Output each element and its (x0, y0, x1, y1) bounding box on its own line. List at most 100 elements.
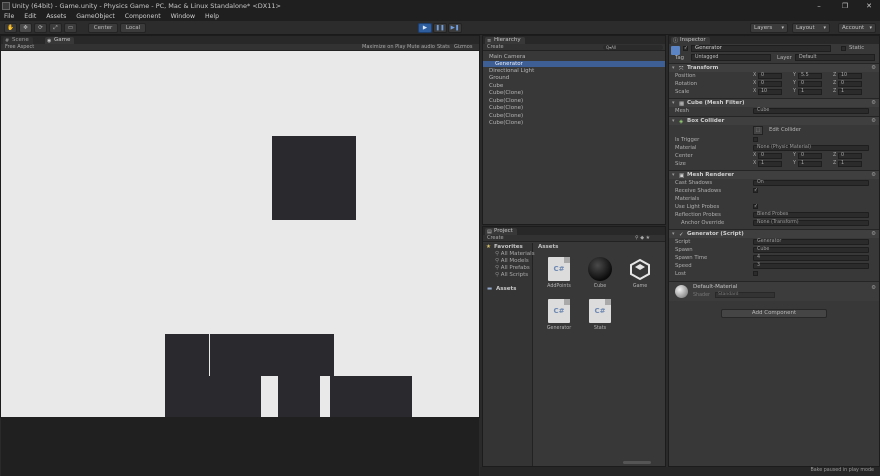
scale-tool-button[interactable]: ⤢ (49, 23, 62, 33)
game-viewport[interactable] (1, 51, 479, 417)
menu-edit[interactable]: Edit (20, 12, 40, 21)
menu-window[interactable]: Window (167, 12, 199, 21)
spawn-field[interactable]: Cube (753, 247, 869, 253)
lost-checkbox[interactable] (753, 271, 758, 276)
layer-dropdown[interactable]: Default (795, 54, 875, 61)
mesh-renderer-header[interactable]: ▾ ▣ Mesh Renderer ⚙ (669, 170, 879, 179)
static-dropdown[interactable]: Static (849, 45, 864, 51)
spawn-time-field[interactable]: 4 (753, 255, 869, 261)
material-section[interactable]: Default-Material Shader Standard ⚙ (669, 281, 879, 301)
tag-dropdown[interactable]: Untagged (691, 54, 771, 61)
rect-tool-button[interactable]: ▭ (64, 23, 77, 33)
shader-dropdown[interactable]: Standard (715, 292, 775, 298)
favorites-label[interactable]: Favorites (494, 244, 523, 250)
box-collider-header[interactable]: ▾ ◈ Box Collider ⚙ (669, 116, 879, 125)
rotate-tool-button[interactable]: ⟳ (34, 23, 47, 33)
object-name-field[interactable]: Generator (691, 45, 831, 52)
maximize-button[interactable]: ❐ (834, 0, 856, 12)
gear-icon[interactable]: ⚙ (871, 285, 876, 291)
tab-hierarchy[interactable]: ≡ Hierarchy (485, 37, 525, 44)
generator-script-header[interactable]: ▾ ✓ Generator (Script) ⚙ (669, 229, 879, 238)
materials-row[interactable]: Materials (669, 195, 879, 203)
assets-folder[interactable]: Assets (496, 286, 516, 292)
minimize-button[interactable]: – (808, 0, 830, 12)
layout-dropdown[interactable]: Layout (792, 23, 830, 33)
anchor-override-field[interactable]: None (Transform) (753, 220, 869, 226)
hierarchy-item[interactable]: Main Camera (489, 54, 525, 60)
position-z-field[interactable]: Z 10 (833, 73, 862, 79)
size-z-field[interactable]: Z1 (833, 161, 862, 167)
maximize-on-play-toggle[interactable]: Maximize on Play (362, 44, 406, 51)
size-x-field[interactable]: X1 (753, 161, 782, 167)
hierarchy-item-selected[interactable]: Generator (483, 61, 665, 67)
transform-header[interactable]: ▾ ⤧ Transform ⚙ (669, 63, 879, 72)
center-z-field[interactable]: Z0 (833, 153, 862, 159)
menu-assets[interactable]: Assets (42, 12, 70, 21)
favorite-item[interactable]: ⚲ All Models (495, 258, 529, 264)
hierarchy-item[interactable]: Directional Light (489, 68, 534, 74)
scale-y-field[interactable]: Y1 (793, 89, 822, 95)
script-field[interactable]: Generator (753, 239, 869, 245)
pause-button[interactable]: ❚❚ (433, 23, 447, 33)
mute-audio-toggle[interactable]: Mute audio (407, 44, 435, 51)
add-component-button[interactable]: Add Component (721, 309, 827, 318)
is-trigger-checkbox[interactable] (753, 137, 758, 142)
menu-component[interactable]: Component (121, 12, 165, 21)
size-y-field[interactable]: Y1 (793, 161, 822, 167)
aspect-dropdown[interactable]: Free Aspect (5, 44, 34, 51)
play-button[interactable]: ▶ (418, 23, 432, 33)
receive-shadows-checkbox[interactable]: ✓ (753, 188, 758, 193)
favorite-item[interactable]: ⚲ All Materials (495, 251, 535, 257)
tab-project[interactable]: ▤ Project (485, 228, 517, 235)
hierarchy-item[interactable]: Cube(Clone) (489, 98, 523, 104)
gear-icon[interactable]: ⚙ (871, 230, 876, 238)
thumbnail-size-slider[interactable] (623, 461, 651, 464)
cast-shadows-dropdown[interactable]: On (753, 180, 869, 186)
rotation-x-field[interactable]: X0 (753, 81, 782, 87)
asset-game[interactable]: Game (626, 257, 654, 289)
tab-scene[interactable]: # Scene (3, 37, 33, 44)
edit-collider-icon[interactable]: ⬚ (753, 126, 763, 135)
menu-gameobject[interactable]: GameObject (72, 12, 119, 21)
tab-inspector[interactable]: ⓘ Inspector (671, 37, 710, 44)
scale-x-field[interactable]: X 10 (753, 89, 782, 95)
gear-icon[interactable]: ⚙ (871, 64, 876, 72)
favorite-item[interactable]: ⚲ All Prefabs (495, 265, 530, 271)
position-x-field[interactable]: X0 (753, 73, 782, 79)
hierarchy-item[interactable]: Cube (489, 83, 503, 89)
account-dropdown[interactable]: Account (838, 23, 876, 33)
move-tool-button[interactable]: ✥ (19, 23, 32, 33)
hierarchy-search-input[interactable]: Q▾All (603, 45, 663, 50)
active-checkbox[interactable]: ✓ (683, 46, 688, 51)
project-create-dropdown[interactable]: Create (487, 235, 504, 242)
pivot-center-toggle[interactable]: Center (88, 23, 118, 33)
mesh-filter-header[interactable]: ▾ ▦ Cube (Mesh Filter) ⚙ (669, 98, 879, 107)
menu-file[interactable]: File (0, 12, 18, 21)
collider-material-field[interactable]: None (Physic Material) (753, 145, 869, 151)
scale-z-field[interactable]: Z1 (833, 89, 862, 95)
gear-icon[interactable]: ⚙ (871, 171, 876, 179)
rotation-z-field[interactable]: Z0 (833, 81, 862, 87)
center-x-field[interactable]: X0 (753, 153, 782, 159)
speed-field[interactable]: 3 (753, 263, 869, 269)
layers-dropdown[interactable]: Layers (750, 23, 788, 33)
asset-cube[interactable]: Cube (586, 257, 614, 289)
asset-stats[interactable]: C# Stats (586, 299, 614, 331)
asset-generator[interactable]: C# Generator (545, 299, 573, 331)
favorite-item[interactable]: ⚲ All Scripts (495, 272, 528, 278)
position-y-field[interactable]: Y 5.5 (793, 73, 822, 79)
static-checkbox[interactable] (841, 46, 846, 51)
pivot-space-toggle[interactable]: Local (120, 23, 146, 33)
mesh-field[interactable]: Cube (753, 108, 869, 114)
hand-tool-button[interactable]: ✋ (4, 23, 17, 33)
project-filter-icons[interactable]: ⚲ ◆ ★ (635, 235, 650, 242)
hierarchy-item[interactable]: Cube(Clone) (489, 120, 523, 126)
hierarchy-create-dropdown[interactable]: Create (487, 44, 504, 51)
step-button[interactable]: ▶❚ (448, 23, 462, 33)
light-probes-checkbox[interactable]: ✓ (753, 204, 758, 209)
hierarchy-item[interactable]: Ground (489, 75, 509, 81)
gizmos-dropdown[interactable]: Gizmos (454, 44, 472, 51)
stats-toggle[interactable]: Stats (437, 44, 450, 51)
tab-game[interactable]: ◉ Game (45, 37, 75, 44)
hierarchy-item[interactable]: Cube(Clone) (489, 105, 523, 111)
